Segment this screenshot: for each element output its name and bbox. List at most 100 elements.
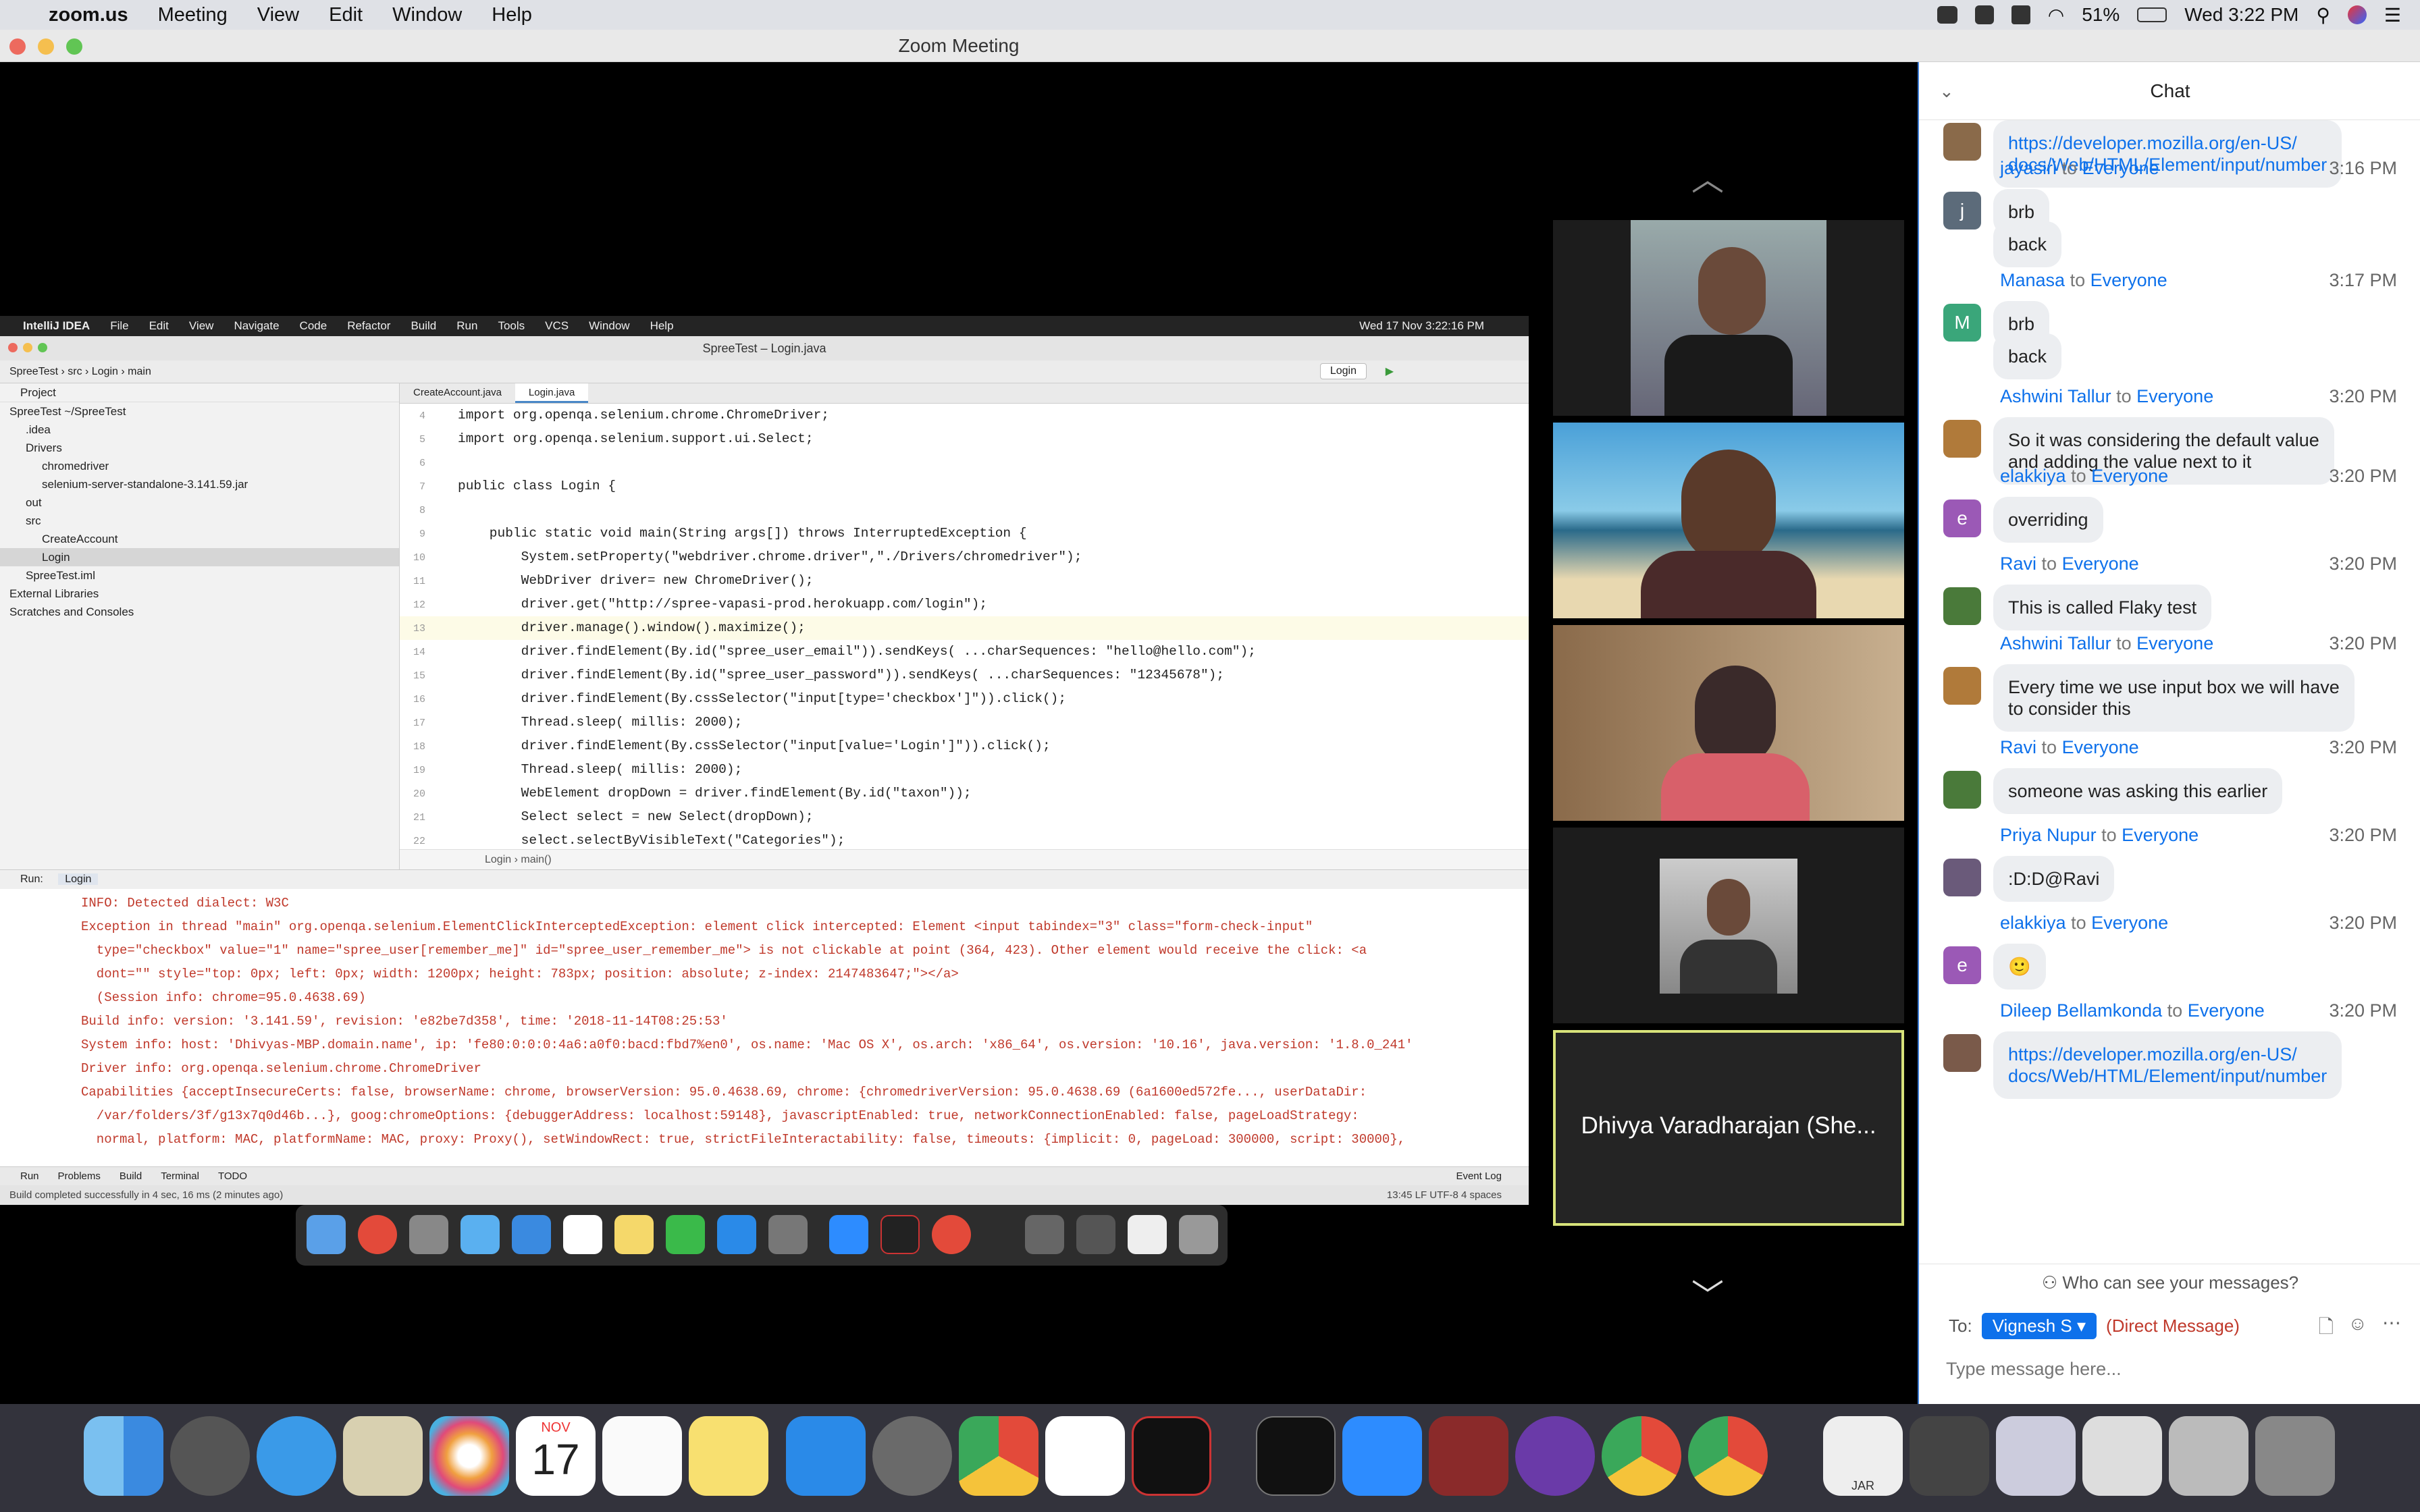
recipient-name: Everyone — [2082, 158, 2159, 178]
console-line: normal, platform: MAC, platformName: MAC… — [81, 1132, 1406, 1147]
menu-view[interactable]: View — [257, 4, 299, 26]
app-store-icon[interactable] — [786, 1416, 866, 1496]
avatar[interactable]: j — [1943, 192, 1981, 230]
gallery-up-icon[interactable]: ︿ — [1691, 153, 1724, 200]
calendar-icon[interactable]: NOV 17 — [516, 1416, 596, 1496]
desktop-stack-icon[interactable] — [2169, 1416, 2248, 1496]
sender-name[interactable]: Ravi — [2000, 737, 2036, 757]
notes-icon[interactable] — [689, 1416, 768, 1496]
console-line: Exception in thread "main" org.openqa.se… — [81, 919, 1313, 934]
emoji-icon[interactable]: ☺ — [2348, 1313, 2367, 1334]
sender-name[interactable]: Ashwini Tallur — [2000, 633, 2111, 653]
sender-name[interactable]: Ashwini Tallur — [2000, 386, 2111, 406]
code-text: WebElement dropDown = driver.findElement… — [458, 786, 972, 801]
avatar[interactable] — [1943, 771, 1981, 809]
project-tree-item: Drivers — [0, 439, 399, 457]
safari-icon — [512, 1215, 551, 1254]
toolwin-event-log: Event Log — [1456, 1170, 1502, 1182]
terminal-icon[interactable] — [1256, 1416, 1336, 1496]
reminders-icon[interactable] — [602, 1416, 682, 1496]
mail-eagle-icon[interactable] — [343, 1416, 423, 1496]
participant-video-tile[interactable] — [1553, 220, 1904, 416]
sender-name[interactable]: Dileep Bellamkonda — [2000, 1000, 2162, 1021]
project-tree-label: .idea — [26, 423, 51, 436]
toolwin-problems: Problems — [57, 1170, 101, 1182]
toolwin-build: Build — [119, 1170, 142, 1182]
who-can-see-link[interactable]: ⚇ Who can see your messages? — [1919, 1272, 2420, 1293]
sender-name[interactable]: jayasiri — [2000, 158, 2057, 178]
code-text: Select select = new Select(dropDown); — [458, 809, 814, 824]
chat-messages[interactable]: https://developer.mozilla.org/en-US/ doc… — [1919, 120, 2420, 1268]
slack-icon[interactable] — [1045, 1416, 1125, 1496]
wifi-icon[interactable]: ◠ — [2048, 4, 2064, 26]
message-link[interactable]: https://developer.mozilla.org/en-US/ doc… — [1993, 1031, 2342, 1099]
avatar[interactable]: e — [1943, 500, 1981, 537]
code-line: 18 driver.findElement(By.cssSelector("in… — [400, 734, 1529, 758]
launchpad-icon[interactable] — [170, 1416, 250, 1496]
battery-percent[interactable]: 51% — [2082, 4, 2120, 26]
control-center-icon[interactable]: ☰ — [2384, 4, 2401, 26]
menu-edit[interactable]: Edit — [329, 4, 363, 26]
line-number: 5 — [419, 434, 425, 446]
menu-help[interactable]: Help — [492, 4, 532, 26]
more-options-icon[interactable]: ⋯ — [2382, 1312, 2401, 1334]
screenshots-stack-icon[interactable] — [2082, 1416, 2162, 1496]
run-icon: ▶ — [1385, 366, 1394, 377]
sender-name[interactable]: elakkiya — [2000, 913, 2066, 933]
avatar[interactable] — [1943, 123, 1981, 161]
line-number: 11 — [413, 576, 425, 587]
participant-video-tile[interactable] — [1553, 828, 1904, 1023]
avatar[interactable] — [1943, 1034, 1981, 1072]
sender-name[interactable]: elakkiya — [2000, 466, 2066, 486]
who-can-see-text: Who can see your messages? — [2062, 1272, 2299, 1293]
menu-window[interactable]: Window — [392, 4, 462, 26]
recipient-dropdown[interactable]: Vignesh S ▾ — [1981, 1313, 2097, 1339]
avatar[interactable] — [1943, 859, 1981, 896]
chrome-icon[interactable] — [959, 1416, 1038, 1496]
participant-video-tile[interactable] — [1553, 423, 1904, 618]
jar-file-icon[interactable]: JAR — [1823, 1416, 1903, 1496]
participant-video — [1631, 220, 1826, 416]
chrome-icon[interactable] — [1602, 1416, 1681, 1496]
safari-icon[interactable] — [257, 1416, 336, 1496]
file-icon[interactable]: 🗋 — [2318, 1313, 2334, 1345]
system-preferences-icon[interactable] — [872, 1416, 952, 1496]
avatar[interactable] — [1943, 420, 1981, 458]
console-line: Capabilities {acceptInsecureCerts: false… — [81, 1085, 1367, 1100]
menubar-clock[interactable]: Wed 3:22 PM — [2184, 4, 2298, 26]
recipient-row: To: Vignesh S ▾ (Direct Message) — [1949, 1313, 2240, 1339]
siri-icon[interactable] — [2347, 5, 2367, 24]
skype-icon[interactable] — [1974, 5, 1994, 24]
chrome-icon[interactable] — [1688, 1416, 1768, 1496]
recipient-name: Everyone — [2061, 737, 2139, 757]
zoom-icon[interactable] — [1342, 1416, 1422, 1496]
ide-menu-item: Refactor — [347, 319, 391, 332]
menu-meeting[interactable]: Meeting — [158, 4, 228, 26]
participant-video-tile[interactable] — [1553, 625, 1904, 821]
documents-stack-icon[interactable] — [1996, 1416, 2076, 1496]
avatar[interactable]: e — [1943, 946, 1981, 984]
github-desktop-icon[interactable] — [1515, 1416, 1595, 1496]
avatar[interactable]: M — [1943, 304, 1981, 342]
sender-name[interactable]: Priya Nupur — [2000, 825, 2097, 845]
chat-message-input[interactable] — [1946, 1352, 2392, 1386]
intellij-icon[interactable] — [1132, 1416, 1211, 1496]
sender-name[interactable]: Manasa — [2000, 270, 2065, 290]
text-input-icon[interactable] — [2011, 5, 2030, 24]
trash-icon[interactable] — [2255, 1416, 2335, 1496]
battery-icon[interactable] — [2137, 7, 2167, 22]
zoom-status-icon[interactable] — [1937, 6, 1957, 24]
avatar[interactable] — [1943, 587, 1981, 625]
finder-icon[interactable] — [84, 1416, 163, 1496]
menu-app-name[interactable]: zoom.us — [49, 4, 128, 26]
dictionary-icon[interactable] — [1429, 1416, 1508, 1496]
code-text: public static void main(String args[]) t… — [458, 526, 1027, 541]
downloads-stack-icon[interactable] — [1910, 1416, 1989, 1496]
gallery-down-icon[interactable]: ﹀ — [1691, 1269, 1724, 1316]
chevron-down-icon[interactable]: ⌄ — [1939, 62, 1954, 120]
spotlight-search-icon[interactable]: ⚲ — [2316, 4, 2330, 26]
avatar[interactable] — [1943, 667, 1981, 705]
active-speaker-tile[interactable]: Dhivya Varadharajan (She... — [1553, 1030, 1904, 1226]
sender-name[interactable]: Ravi — [2000, 554, 2036, 574]
photos-icon[interactable] — [429, 1416, 509, 1496]
